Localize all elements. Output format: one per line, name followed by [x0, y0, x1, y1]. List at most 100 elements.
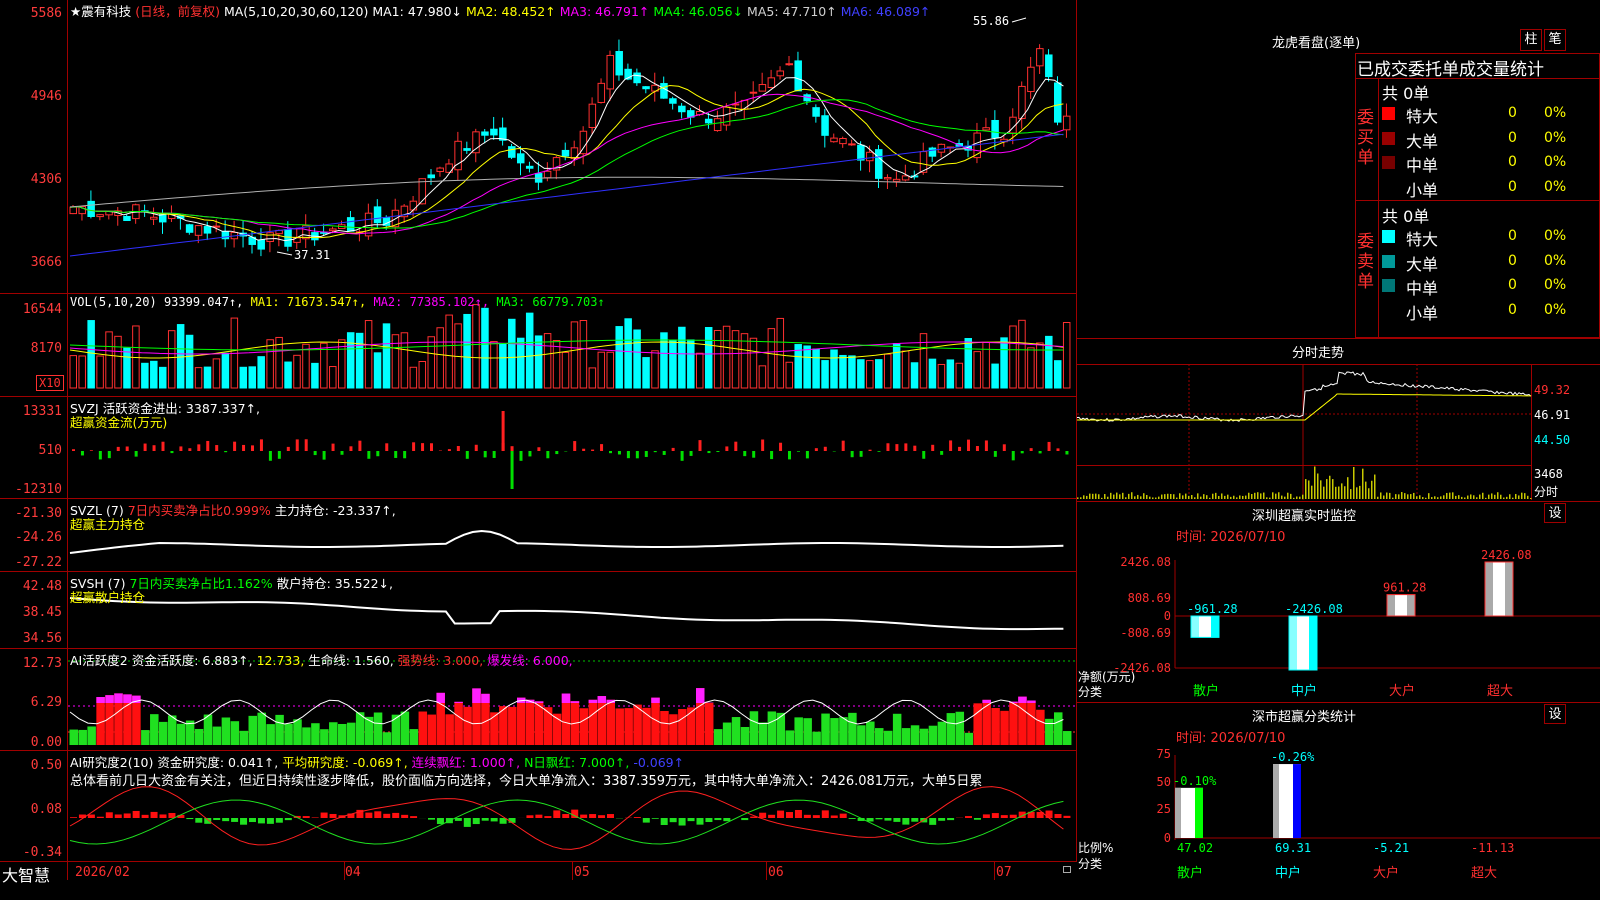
volume-bar [973, 351, 981, 389]
volume-bar [1027, 347, 1035, 389]
fund-flow-bar [340, 451, 344, 455]
intraday-vol-bar [1350, 489, 1352, 499]
fund-flow-bar [877, 451, 881, 452]
activity-bar [866, 721, 875, 745]
svzj-tick: 13331 [22, 404, 62, 419]
activity-bar [490, 712, 499, 745]
vol-unit-badge[interactable]: X10 [36, 375, 64, 391]
fund-flow-bar [170, 451, 174, 454]
intraday-vol-bar [1311, 485, 1313, 499]
sell-order-label: 委卖单 [1357, 232, 1374, 292]
date-label: 2026/02 [75, 865, 130, 880]
class-category-label: 大户 [1373, 865, 1399, 881]
intraday-vol-bar [1308, 480, 1310, 499]
intraday-vol-bar [1179, 493, 1181, 499]
research-bar [982, 814, 990, 818]
activity-bar [624, 708, 633, 745]
longhu-row: 小单 0 0% [1380, 177, 1600, 200]
fund-flow-bar [537, 447, 541, 451]
candle-body [1062, 115, 1071, 131]
volume-bar [266, 339, 274, 389]
stock-name[interactable]: ★震有科技 [70, 4, 131, 19]
candle-body [704, 118, 713, 124]
intraday-vol-bar [1128, 493, 1130, 499]
candle-body [1036, 48, 1044, 67]
volume-bar [87, 320, 95, 389]
tick-view-button[interactable]: 笔 [1544, 29, 1566, 51]
date-divider [766, 862, 767, 880]
activity-bar-top [436, 692, 445, 703]
activity-bar [803, 718, 812, 745]
activity-bar-top [1027, 700, 1036, 703]
monitor-bar-shade [1505, 562, 1513, 616]
fund-flow-bar [698, 440, 702, 451]
activity-bar [418, 711, 428, 745]
intraday-vol-bar [1140, 496, 1142, 499]
intraday-vol-bar [1077, 497, 1079, 499]
monitor-bar-shade [1211, 616, 1219, 638]
intraday-vol-bar [1461, 496, 1463, 499]
volume-bar [481, 307, 489, 389]
research-bar [678, 818, 686, 826]
intraday-vol-bar [1200, 496, 1202, 499]
volume-bar [78, 355, 86, 389]
intraday-title: 分时走势 [1292, 346, 1345, 361]
volume-bar [839, 354, 847, 389]
volume-bar [355, 332, 364, 389]
volume-bar [883, 353, 892, 389]
monitor-axis-tick: -2426.08 [1113, 661, 1171, 675]
date-divider [344, 862, 345, 880]
ai-research-summary: 总体看前几日大资金有关注，但近日持续性逐步降低，股价面临方向选择，今日大单净流入… [70, 774, 983, 789]
buy-order-label: 委买单 [1357, 108, 1374, 168]
fund-flow-bar [259, 439, 263, 451]
activity-bar [606, 699, 615, 745]
research-bar [821, 810, 829, 818]
research-bar [562, 814, 570, 818]
intraday-vol-bar [1080, 497, 1082, 499]
intraday-vol: 3468 [1534, 467, 1563, 481]
intraday-vol-bar [1170, 493, 1172, 499]
intraday-vol-bar [1488, 494, 1490, 499]
intraday-vol-bar [1257, 492, 1259, 499]
candle-body [96, 214, 104, 218]
candle-body [185, 224, 194, 233]
intraday-vol-bar [1098, 494, 1100, 499]
sz-monitor-settings-button[interactable]: 设 [1544, 503, 1566, 523]
volume-bar [624, 318, 632, 389]
activity-bar [338, 723, 347, 745]
volume-bar [159, 366, 167, 389]
buy-total: 共 0单 [1382, 84, 1430, 103]
research-bar [875, 818, 883, 820]
intraday-vol-bar [1374, 474, 1376, 499]
intraday-vol-bar [1155, 497, 1157, 499]
intraday-vol-bar [1470, 494, 1472, 499]
candle-body [928, 147, 937, 157]
svsh-tick: 42.48 [22, 579, 62, 594]
longhu-title: 龙虎看盘(逐单) [1272, 36, 1361, 51]
research-bar [669, 818, 677, 823]
intraday-vol-bar [1434, 496, 1436, 499]
activity-bar [785, 730, 794, 745]
intraday-vol-bar [1092, 493, 1094, 499]
candle-body [901, 175, 910, 181]
sz-class-settings-button[interactable]: 设 [1544, 704, 1566, 724]
candle-body [937, 143, 946, 153]
intraday-vol-bar [1521, 492, 1523, 499]
intraday-vol-bar [1185, 493, 1187, 499]
candle-body [642, 86, 650, 90]
brand-logo[interactable]: 大智慧 [2, 862, 50, 886]
fund-flow-bar [779, 442, 783, 451]
activity-bar [660, 711, 669, 745]
fund-flow-bar [582, 448, 586, 451]
sz-monitor-chart: 2426.08 808.69 0 -808.69 -2426.08 -961.28 散户 -2… [1113, 548, 1600, 699]
bar-view-button[interactable]: 柱 [1520, 29, 1542, 51]
volume-bar [696, 352, 704, 389]
intraday-vol-bar [1215, 492, 1217, 499]
lock-icon[interactable] [1063, 866, 1071, 873]
candle-body [490, 128, 498, 136]
period-label[interactable]: (日线，前复权) [135, 4, 220, 19]
volume-bar [499, 343, 507, 389]
main-header: ★震有科技 (日线，前复权) MA(5,10,20,30,60,120) MA1… [70, 1, 930, 20]
candle-body [427, 174, 435, 179]
intraday-vol-bar [1389, 492, 1391, 499]
